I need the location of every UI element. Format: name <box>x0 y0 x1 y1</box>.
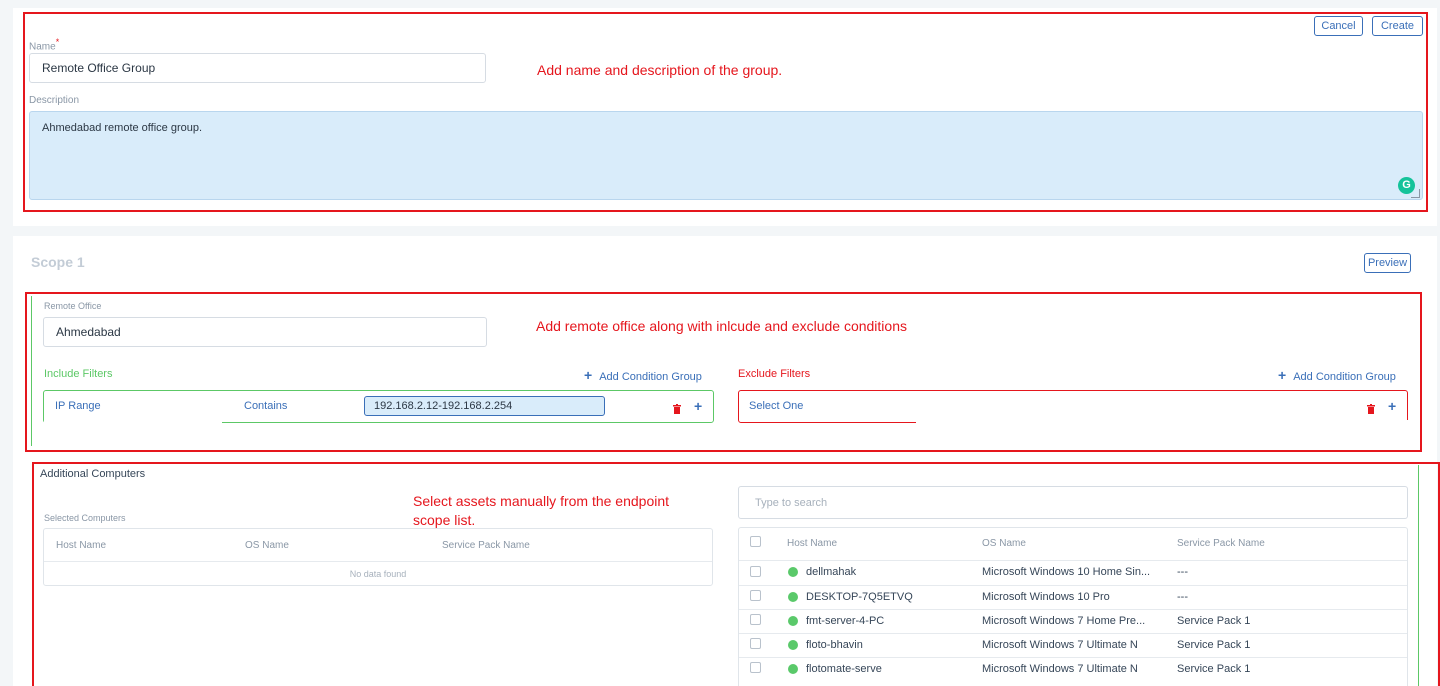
row-checkbox[interactable] <box>750 662 761 673</box>
online-status-icon <box>788 592 798 602</box>
resize-handle-icon[interactable] <box>1411 189 1420 198</box>
preview-button[interactable]: Preview <box>1364 253 1411 273</box>
include-operator-select[interactable]: Contains <box>244 400 287 412</box>
include-add-condition-group-button[interactable]: + Add Condition Group <box>584 367 702 383</box>
computer-search-input[interactable]: Type to search <box>738 486 1408 519</box>
include-filters-title: Include Filters <box>44 368 113 380</box>
row-os-name: Microsoft Windows 7 Ultimate N <box>982 639 1138 651</box>
row-checkbox[interactable] <box>750 638 761 649</box>
name-label: Name* <box>29 37 60 53</box>
empty-state-text: No data found <box>349 569 407 579</box>
row-host-name[interactable]: dellmahak <box>806 566 856 578</box>
plus-icon: + <box>584 367 593 383</box>
create-button[interactable]: Create <box>1372 16 1423 36</box>
row-os-name: Microsoft Windows 7 Home Pre... <box>982 615 1146 627</box>
include-add-row-icon[interactable]: + <box>694 398 702 414</box>
exclude-add-condition-group-button[interactable]: + Add Condition Group <box>1278 367 1396 383</box>
row-host-name[interactable]: DESKTOP-7Q5ETVQ <box>806 591 913 603</box>
row-checkbox[interactable] <box>750 590 761 601</box>
row-host-name[interactable]: floto-bhavin <box>806 639 863 651</box>
scope-section-border <box>31 296 32 446</box>
selected-col-host-name[interactable]: Host Name <box>56 540 106 551</box>
include-row-divider <box>44 420 222 424</box>
col-service-pack[interactable]: Service Pack Name <box>1177 538 1265 549</box>
row-checkbox[interactable] <box>750 566 761 577</box>
exclude-condition-row <box>738 390 1408 423</box>
include-field-select[interactable]: IP Range <box>55 400 101 412</box>
exclude-row-divider <box>916 420 1408 424</box>
row-os-name: Microsoft Windows 10 Home Sin... <box>982 566 1151 578</box>
row-divider <box>739 585 1407 586</box>
name-input-value: Remote Office Group <box>42 61 156 75</box>
online-status-icon <box>788 616 798 626</box>
additional-computers-title: Additional Computers <box>40 468 146 480</box>
row-divider <box>739 609 1407 610</box>
annotation-scope: Add remote office along with inlcude and… <box>536 318 907 334</box>
row-divider <box>739 633 1407 634</box>
remote-office-value: Ahmedabad <box>56 325 121 339</box>
exclude-filters-title: Exclude Filters <box>738 368 811 380</box>
annotation-group-details: Add name and description of the group. <box>537 62 783 78</box>
exclude-add-condition-group-label: Add Condition Group <box>1293 371 1396 383</box>
selected-col-os-name[interactable]: OS Name <box>245 540 289 551</box>
cancel-button[interactable]: Cancel <box>1314 16 1363 36</box>
name-input[interactable]: Remote Office Group <box>29 53 486 83</box>
additional-section-border <box>1418 465 1419 686</box>
remote-office-label: Remote Office <box>44 301 102 311</box>
exclude-field-select[interactable]: Select One <box>749 400 803 412</box>
scope-title: Scope 1 <box>31 254 85 270</box>
annotation-additional-line2: scope list. <box>413 512 476 528</box>
row-service-pack: Service Pack 1 <box>1177 615 1251 627</box>
selected-computers-label: Selected Computers <box>44 513 126 523</box>
annotation-additional-line1: Select assets manually from the endpoint <box>413 493 670 509</box>
include-delete-icon[interactable] <box>673 401 681 414</box>
row-service-pack: --- <box>1177 591 1188 603</box>
row-checkbox[interactable] <box>750 614 761 625</box>
remote-office-select[interactable]: Ahmedabad <box>43 317 487 347</box>
select-all-checkbox[interactable] <box>750 536 761 547</box>
col-host-name[interactable]: Host Name <box>787 538 837 549</box>
row-os-name: Microsoft Windows 7 Ultimate N <box>982 663 1138 675</box>
row-service-pack: --- <box>1177 566 1188 578</box>
row-divider <box>739 657 1407 658</box>
include-value-input[interactable]: 192.168.2.12-192.168.2.254 <box>364 396 605 416</box>
selected-col-service-pack[interactable]: Service Pack Name <box>442 540 530 551</box>
row-service-pack: Service Pack 1 <box>1177 663 1251 675</box>
row-host-name[interactable]: flotomate-serve <box>806 663 882 675</box>
search-placeholder: Type to search <box>755 496 828 509</box>
description-label: Description <box>29 95 80 106</box>
row-host-name[interactable]: fmt-server-4-PC <box>806 615 884 627</box>
table-header-divider <box>739 560 1407 561</box>
col-os-name[interactable]: OS Name <box>982 538 1026 549</box>
selected-header-divider <box>44 561 712 562</box>
include-add-condition-group-label: Add Condition Group <box>599 371 702 383</box>
description-textarea[interactable]: Ahmedabad remote office group. <box>29 111 1423 200</box>
row-service-pack: Service Pack 1 <box>1177 639 1251 651</box>
online-status-icon <box>788 640 798 650</box>
description-value: Ahmedabad remote office group. <box>42 122 203 134</box>
online-status-icon <box>788 567 798 577</box>
include-value-text: 192.168.2.12-192.168.2.254 <box>374 400 513 412</box>
plus-icon: + <box>1278 367 1287 383</box>
online-status-icon <box>788 664 798 674</box>
exclude-delete-icon[interactable] <box>1367 401 1375 414</box>
row-os-name: Microsoft Windows 10 Pro <box>982 591 1110 603</box>
required-mark: * <box>55 37 60 47</box>
exclude-add-row-icon[interactable]: + <box>1388 398 1396 414</box>
